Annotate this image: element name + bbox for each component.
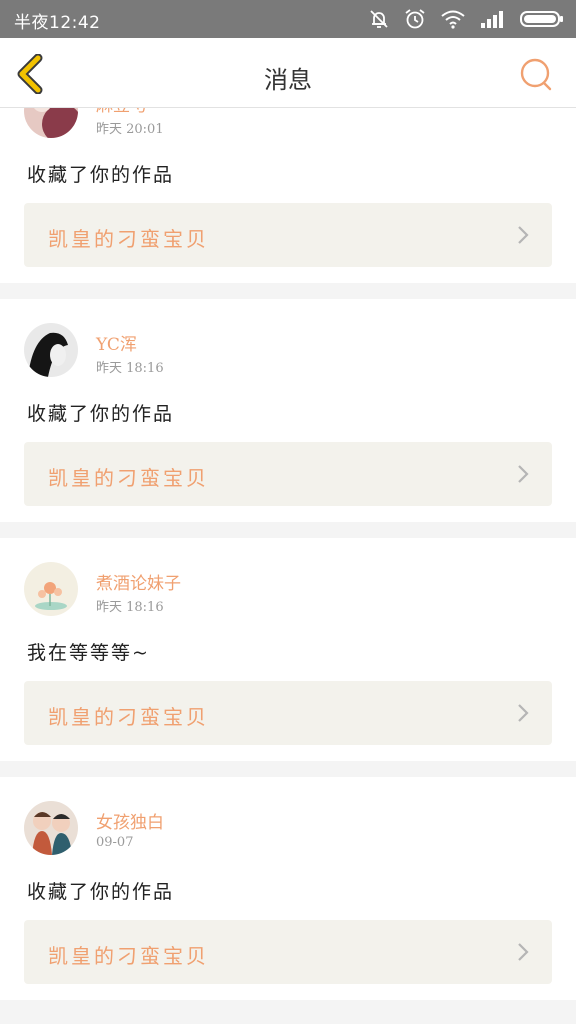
username[interactable]: 女孩独白 <box>96 808 164 833</box>
work-link[interactable]: 凯皇的刁蛮宝贝 <box>24 920 552 984</box>
avatar[interactable] <box>24 108 78 138</box>
message-card: 麻豆芍 昨天 20:01 收藏了你的作品 凯皇的刁蛮宝贝 <box>0 108 576 283</box>
search-icon[interactable] <box>518 56 554 92</box>
username[interactable]: YC浑 <box>96 330 137 355</box>
status-time: 半夜12:42 <box>14 13 101 33</box>
work-title: 凯皇的刁蛮宝贝 <box>48 705 209 729</box>
timestamp: 昨天 18:16 <box>96 361 164 376</box>
mute-bell-icon <box>370 10 388 28</box>
username[interactable]: 煮酒论妹子 <box>96 569 181 594</box>
page-title: 消息 <box>264 66 312 94</box>
work-link[interactable]: 凯皇的刁蛮宝贝 <box>24 203 552 267</box>
battery-icon <box>520 11 563 27</box>
chevron-right-icon <box>518 704 529 722</box>
message-card: 女孩独白 09-07 收藏了你的作品 凯皇的刁蛮宝贝 <box>0 777 576 1000</box>
alarm-icon <box>405 9 425 29</box>
message-text: 收藏了你的作品 <box>27 403 175 425</box>
timestamp: 昨天 18:16 <box>96 600 164 615</box>
avatar[interactable] <box>24 323 78 377</box>
chevron-right-icon <box>518 465 529 483</box>
status-bar: 半夜12:42 <box>0 0 576 38</box>
message-text: 我在等等等~ <box>27 642 150 664</box>
work-link[interactable]: 凯皇的刁蛮宝贝 <box>24 442 552 506</box>
message-card: YC浑 昨天 18:16 收藏了你的作品 凯皇的刁蛮宝贝 <box>0 299 576 522</box>
avatar[interactable] <box>24 801 78 855</box>
message-text: 收藏了你的作品 <box>27 164 175 186</box>
work-title: 凯皇的刁蛮宝贝 <box>48 466 209 490</box>
status-icons <box>368 7 564 31</box>
work-title: 凯皇的刁蛮宝贝 <box>48 944 209 968</box>
timestamp: 昨天 20:01 <box>96 122 164 137</box>
work-link[interactable]: 凯皇的刁蛮宝贝 <box>24 681 552 745</box>
message-feed[interactable]: 麻豆芍 昨天 20:01 收藏了你的作品 凯皇的刁蛮宝贝 YC浑 昨天 18:1… <box>0 108 576 1024</box>
chevron-right-icon <box>518 226 529 244</box>
message-card: 煮酒论妹子 昨天 18:16 我在等等等~ 凯皇的刁蛮宝贝 <box>0 538 576 761</box>
timestamp: 09-07 <box>96 835 134 850</box>
nav-bar: 消息 <box>0 38 576 108</box>
username[interactable]: 麻豆芍 <box>96 108 147 116</box>
wifi-icon <box>441 10 465 29</box>
message-text: 收藏了你的作品 <box>27 881 175 903</box>
avatar[interactable] <box>24 562 78 616</box>
signal-icon <box>481 11 503 28</box>
chevron-right-icon <box>518 943 529 961</box>
work-title: 凯皇的刁蛮宝贝 <box>48 227 209 251</box>
